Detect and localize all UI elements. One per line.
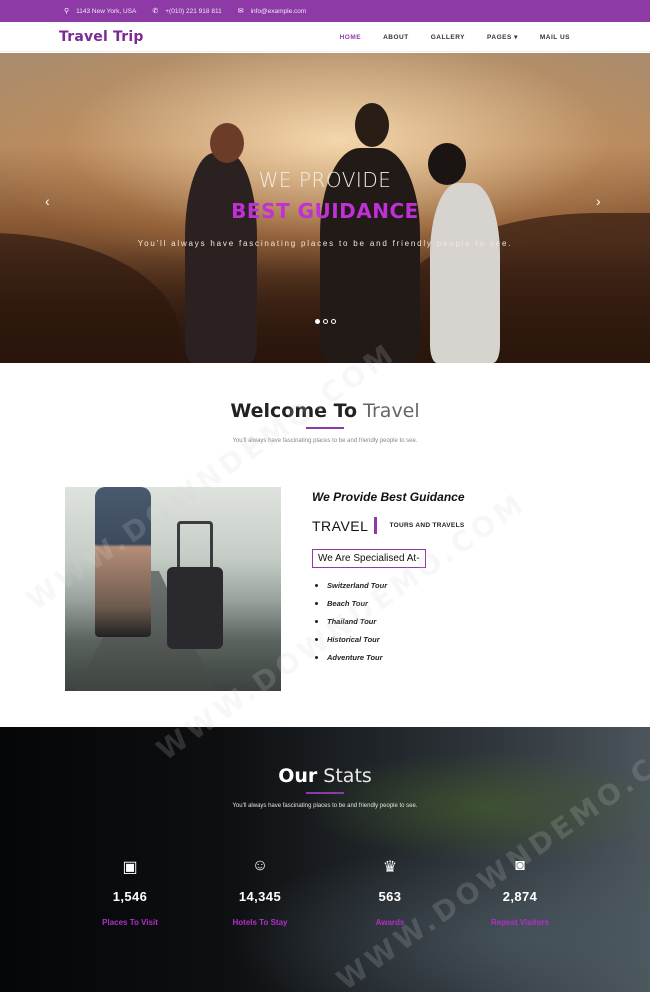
stats-subtitle: You'll always have fascinating places to… xyxy=(232,803,418,809)
nav-item-pages[interactable]: PAGES ▾ xyxy=(487,33,518,41)
stats-section: Our Stats You'll always have fascinating… xyxy=(0,727,650,992)
nav-item-about[interactable]: ABOUT xyxy=(383,34,409,41)
envelope-icon: ✉ xyxy=(237,8,244,15)
caret-down-icon: ▾ xyxy=(514,34,518,41)
about-heading: We Provide Best Guidance xyxy=(312,490,465,504)
specialised-label: We Are Specialised At- xyxy=(312,549,426,568)
hero-heading-line2: BEST GUIDANCE xyxy=(231,199,419,223)
phone-text[interactable]: +(010) 221 918 811 xyxy=(165,8,221,15)
chevron-right-icon[interactable]: › xyxy=(596,193,601,209)
tours-list: Switzerland Tour Beach Tour Thailand Tou… xyxy=(312,581,612,662)
nav-item-home[interactable]: HOME xyxy=(340,34,362,41)
hero-heading-line1: WE PROVIDE xyxy=(258,168,392,192)
brand-logo[interactable]: Travel Trip xyxy=(59,29,144,45)
nav-item-mail-us[interactable]: MAIL US xyxy=(540,34,570,41)
stat-hotels: ☺ 14,345 Hotels To Stay xyxy=(195,857,325,927)
bullet-icon xyxy=(315,656,318,659)
stats-title: Our Stats xyxy=(0,765,650,787)
email-item[interactable]: ✉ info@example.com xyxy=(237,7,307,16)
title-underline xyxy=(306,427,344,429)
slider-dot[interactable] xyxy=(315,319,320,324)
stats-title-bold: Our xyxy=(278,765,318,787)
welcome-title-bold: Welcome To xyxy=(230,400,358,422)
location-pin-icon: ⚲ xyxy=(64,8,70,15)
stat-number: 563 xyxy=(378,889,402,904)
list-item[interactable]: Historical Tour xyxy=(312,635,612,644)
trophy-icon: ♛ xyxy=(382,859,398,876)
slider-dot[interactable] xyxy=(331,319,336,324)
stat-visitors: ◙ 2,874 Repeat Visitors xyxy=(455,857,585,927)
welcome-title-light: Travel xyxy=(363,400,420,422)
tour-label: Thailand Tour xyxy=(327,617,377,626)
top-info-bar: ⚲ 1143 New York, USA ✆ +(010) 221 918 81… xyxy=(0,0,650,22)
hero-person-head xyxy=(210,123,244,163)
travel-logo-row: TRAVEL TOURS AND TRAVELS xyxy=(312,517,612,534)
stat-label: Hotels To Stay xyxy=(232,918,288,927)
about-panel: We Provide Best Guidance TRAVEL TOURS AN… xyxy=(312,490,612,671)
photo-suitcase xyxy=(167,567,223,649)
hero-subtitle: You'll always have fascinating places to… xyxy=(137,239,513,248)
bullet-icon xyxy=(315,602,318,605)
smile-icon: ☺ xyxy=(251,857,269,874)
phone-icon: ✆ xyxy=(152,8,159,15)
list-item[interactable]: Beach Tour xyxy=(312,599,612,608)
stat-label: Repeat Visitors xyxy=(490,918,550,927)
stat-number: 1,546 xyxy=(112,889,148,904)
list-item[interactable]: Switzerland Tour xyxy=(312,581,612,590)
list-item[interactable]: Thailand Tour xyxy=(312,617,612,626)
slider-dots xyxy=(315,319,336,324)
email-text[interactable]: info@example.com xyxy=(251,8,307,15)
hero-slider: WE PROVIDE BEST GUIDANCE You'll always h… xyxy=(0,53,650,363)
nav-item-gallery[interactable]: GALLERY xyxy=(431,34,465,41)
address-text: 1143 New York, USA xyxy=(76,7,137,15)
stat-number: 14,345 xyxy=(238,889,282,904)
main-menu: HOME ABOUT GALLERY PAGES ▾ MAIL US xyxy=(340,22,570,52)
travel-divider xyxy=(374,517,378,534)
stat-places: ▣ 1,546 Places To Visit xyxy=(65,857,195,927)
traveler-photo xyxy=(65,487,281,691)
address-item: ⚲ 1143 New York, USA xyxy=(64,7,137,16)
stat-label: Places To Visit xyxy=(102,918,158,927)
stat-awards: ♛ 563 Awards xyxy=(325,857,455,927)
list-item[interactable]: Adventure Tour xyxy=(312,653,612,662)
travel-word: TRAVEL xyxy=(312,517,369,534)
bullet-icon xyxy=(315,620,318,623)
stats-title-light: Stats xyxy=(323,765,372,787)
nav-item-pages-label: PAGES xyxy=(487,34,512,41)
photo-traveler xyxy=(95,487,151,637)
stat-number: 2,874 xyxy=(502,889,538,904)
bullet-icon xyxy=(315,584,318,587)
travel-tagline: TOURS AND TRAVELS xyxy=(389,522,465,529)
slider-dot[interactable] xyxy=(323,319,328,324)
phone-item[interactable]: ✆ +(010) 221 918 811 xyxy=(152,7,221,16)
welcome-title: Welcome To Travel xyxy=(0,400,650,422)
tour-label: Switzerland Tour xyxy=(327,581,388,590)
hero-person-head xyxy=(355,103,389,147)
photo-suitcase-handle xyxy=(177,521,213,569)
title-underline xyxy=(306,792,344,794)
welcome-subtitle: You'll always have fascinating places to… xyxy=(232,438,418,444)
image-icon: ▣ xyxy=(122,859,138,876)
tour-label: Adventure Tour xyxy=(327,653,383,662)
stat-label: Awards xyxy=(375,918,405,927)
tour-label: Beach Tour xyxy=(327,599,368,608)
chevron-left-icon[interactable]: ‹ xyxy=(45,193,50,209)
tour-label: Historical Tour xyxy=(327,635,380,644)
camera-icon: ◙ xyxy=(515,857,525,874)
bullet-icon xyxy=(315,638,318,641)
